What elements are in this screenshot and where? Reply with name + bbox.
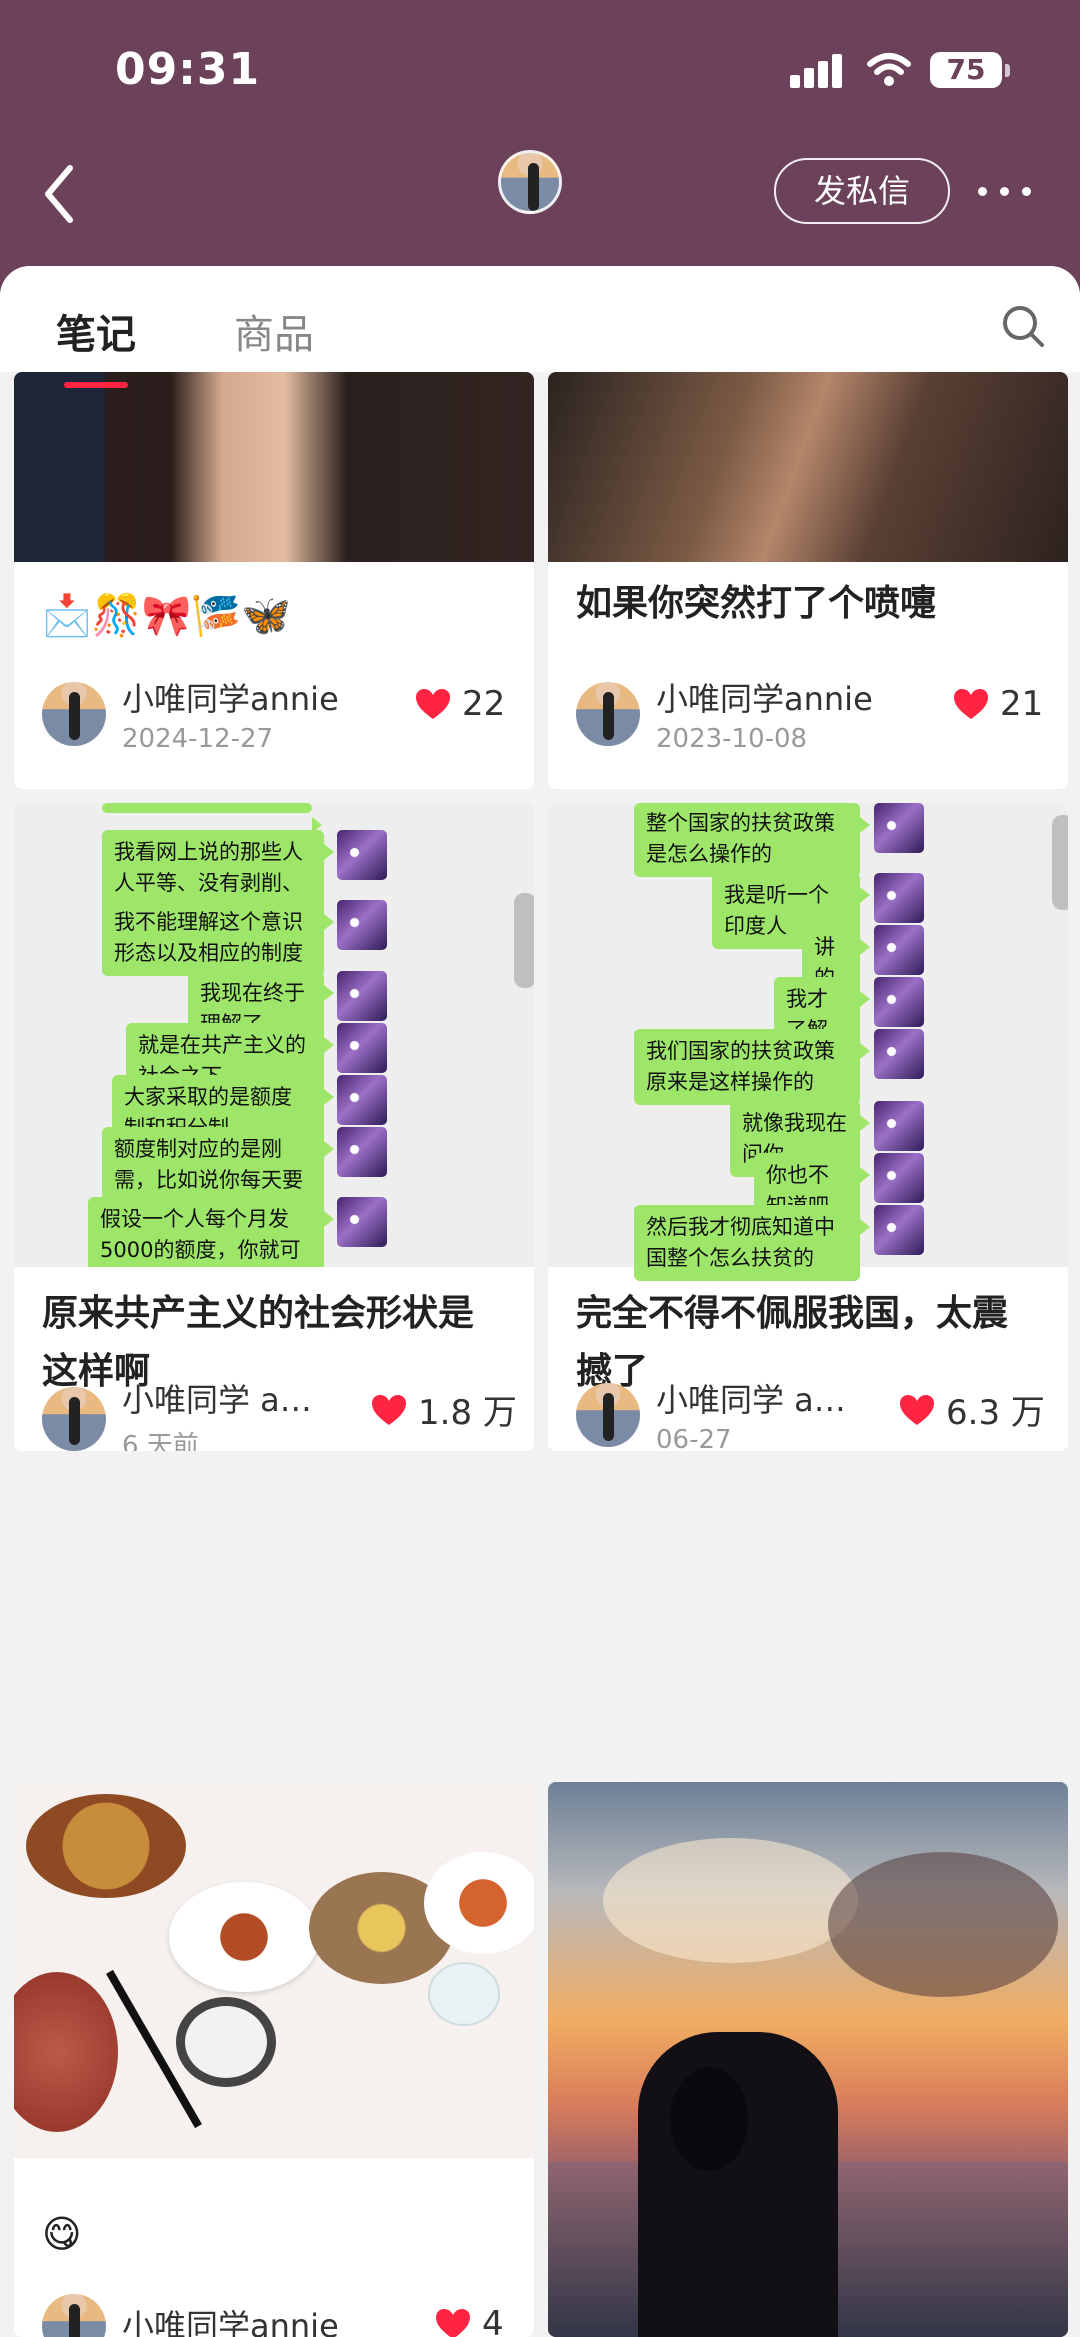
post-date: 6 天前: [122, 1431, 199, 1451]
post-date: 06-27: [656, 1425, 732, 1451]
like-count: 22: [462, 684, 506, 724]
like-count: 4: [482, 2304, 504, 2337]
like-count: 21: [1000, 684, 1044, 724]
scroll-handle: [514, 893, 534, 988]
heart-icon: [954, 689, 988, 719]
chat-avatar: [337, 1197, 387, 1247]
chat-bubble: 我不能理解这个意识形态以及相应的制度: [102, 900, 334, 976]
author-avatar[interactable]: [42, 1386, 106, 1451]
chat-avatar: [337, 971, 387, 1021]
author-row[interactable]: 小唯同学 an... 6 天前: [42, 1375, 330, 1451]
author-name[interactable]: 小唯同学annie: [122, 674, 362, 720]
note-image: [548, 372, 1068, 562]
author-name[interactable]: 小唯同学 an...: [656, 1375, 864, 1421]
heart-icon: [372, 1394, 406, 1425]
like-button[interactable]: 4: [434, 2304, 504, 2337]
note-card[interactable]: 如果你突然打了个喷嚏 小唯同学annie 2023-10-08 21: [548, 372, 1068, 789]
chat-avatar: [874, 977, 924, 1027]
like-button[interactable]: 22: [414, 684, 505, 724]
chat-bubble: [102, 803, 322, 833]
note-image: [14, 372, 534, 562]
send-message-button[interactable]: 发私信: [774, 158, 950, 224]
note-card[interactable]: 整个国家的扶贫政策是怎么操作的 我是听一个印度人 讲的 我才了解 我们国家的扶贫…: [548, 803, 1068, 1451]
note-image: [603, 1838, 858, 1963]
heart-icon: [416, 689, 450, 719]
author-name[interactable]: 小唯同学 an...: [122, 1375, 330, 1421]
note-card[interactable]: 我看网上说的那些人人平等、没有剥削、消除阶级 我不能理解这个意识形态以及相应的制…: [14, 803, 534, 1451]
tab-notes[interactable]: 笔记: [56, 302, 136, 388]
like-button[interactable]: 1.8 万: [370, 1385, 517, 1434]
note-title: 如果你突然打了个喷嚏: [576, 583, 937, 624]
chat-avatar: [874, 803, 924, 853]
chat-avatar: [337, 830, 387, 880]
chat-avatar: [337, 1127, 387, 1177]
note-title: 📩🎊🎀🎏🦋: [42, 593, 292, 639]
author-avatar[interactable]: [42, 682, 106, 746]
tab-products[interactable]: 商品: [234, 302, 314, 360]
post-date: 2024-12-27: [122, 724, 274, 754]
chat-bubble: 然后我才彻底知道中国整个怎么扶贫的: [634, 1205, 870, 1281]
wifi-icon: [867, 53, 911, 86]
chat-screenshot: 整个国家的扶贫政策是怎么操作的 我是听一个印度人 讲的 我才了解 我们国家的扶贫…: [548, 803, 1068, 1281]
signal-icon: [790, 54, 844, 88]
more-icon[interactable]: [978, 176, 1032, 206]
author-avatar[interactable]: [576, 1383, 640, 1447]
author-row[interactable]: 小唯同学annie 2024-12-27: [42, 674, 362, 754]
author-name[interactable]: 小唯同学annie: [122, 2301, 362, 2337]
chat-bubble: 我们国家的扶贫政策原来是这样操作的: [634, 1029, 870, 1105]
author-avatar[interactable]: [576, 682, 640, 746]
note-image: [14, 1782, 534, 2158]
chat-avatar: [874, 1101, 924, 1151]
chat-avatar: [337, 900, 387, 950]
battery-icon: 75: [930, 52, 1010, 88]
chat-avatar: [874, 873, 924, 923]
chat-avatar: [874, 1205, 924, 1255]
author-name[interactable]: 小唯同学annie: [656, 674, 896, 720]
chat-avatar: [337, 1075, 387, 1125]
note-card[interactable]: [548, 1782, 1068, 2337]
chat-avatar: [874, 1029, 924, 1079]
avatar[interactable]: [498, 150, 562, 214]
note-title: 😋: [42, 2212, 82, 2256]
chat-avatar: [874, 1153, 924, 1203]
like-count: 1.8 万: [418, 1393, 517, 1433]
like-button[interactable]: 6.3 万: [898, 1385, 1045, 1434]
like-button[interactable]: 21: [952, 684, 1043, 724]
heart-icon: [900, 1394, 934, 1425]
heart-icon: [436, 2309, 470, 2337]
content-sheet: 笔记 商品 📩🎊🎀🎏🦋 小唯同学annie 2024-12-27 22 如果你突…: [0, 266, 1080, 2337]
search-icon[interactable]: [1000, 303, 1046, 349]
author-row[interactable]: 小唯同学annie 2023-10-08: [576, 674, 896, 754]
post-date: 2023-10-08: [656, 724, 808, 754]
chat-avatar: [874, 925, 924, 975]
author-avatar[interactable]: [42, 2294, 106, 2337]
chat-bubble: 整个国家的扶贫政策是怎么操作的: [634, 803, 870, 877]
like-count: 6.3 万: [946, 1393, 1045, 1433]
profile-header: 09:31 75 发私信: [0, 0, 1080, 300]
tab-bar: 笔记 商品: [0, 266, 1080, 388]
author-row[interactable]: 小唯同学 an... 06-27: [576, 1375, 864, 1451]
chat-avatar: [337, 1023, 387, 1073]
status-time: 09:31: [115, 44, 261, 95]
back-icon[interactable]: [38, 160, 88, 228]
note-card[interactable]: 😋 小唯同学annie 4: [14, 1782, 534, 2337]
profile-screen: 09:31 75 发私信 笔记 商品 �: [0, 0, 1080, 2337]
note-card[interactable]: 📩🎊🎀🎏🦋 小唯同学annie 2024-12-27 22: [14, 372, 534, 789]
author-row[interactable]: 小唯同学annie: [42, 2294, 362, 2337]
scroll-handle: [1052, 815, 1068, 910]
